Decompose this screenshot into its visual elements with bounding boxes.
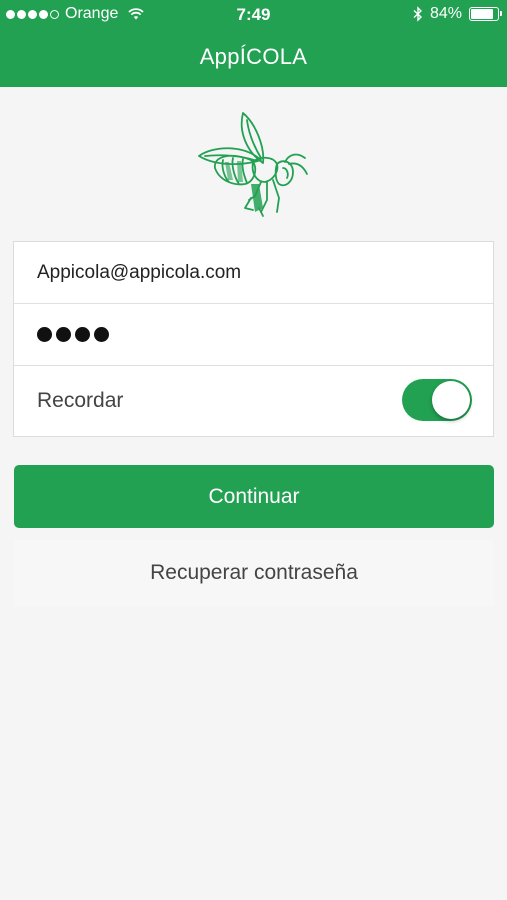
toggle-knob[interactable] bbox=[432, 381, 470, 419]
password-field[interactable] bbox=[14, 304, 493, 366]
battery-icon bbox=[469, 7, 502, 21]
status-right: 84% bbox=[413, 5, 502, 23]
page-title: AppÍCOLA bbox=[199, 44, 308, 69]
continue-button[interactable]: Continuar bbox=[14, 465, 494, 528]
status-bar: Orange 7:49 84% bbox=[0, 0, 507, 30]
bee-icon bbox=[198, 112, 308, 217]
password-dot bbox=[37, 327, 52, 342]
app-header: Orange 7:49 84% AppÍCOLA bbox=[0, 0, 507, 87]
password-mask[interactable] bbox=[37, 327, 109, 342]
password-dot bbox=[94, 327, 109, 342]
password-dot bbox=[56, 327, 71, 342]
battery-tip bbox=[500, 11, 502, 16]
password-dot bbox=[75, 327, 90, 342]
remember-row: Recordar bbox=[14, 366, 493, 436]
email-field[interactable]: Appicola@appicola.com bbox=[14, 242, 493, 304]
remember-label: Recordar bbox=[37, 389, 124, 412]
battery-fill bbox=[471, 9, 493, 19]
recover-password-button[interactable]: Recuperar contraseña bbox=[14, 540, 494, 606]
login-form: Appicola@appicola.com Recordar bbox=[13, 241, 494, 437]
battery-percent: 84% bbox=[429, 5, 462, 22]
email-value[interactable]: Appicola@appicola.com bbox=[37, 262, 241, 284]
bluetooth-icon bbox=[413, 6, 422, 22]
remember-toggle[interactable] bbox=[402, 379, 472, 421]
